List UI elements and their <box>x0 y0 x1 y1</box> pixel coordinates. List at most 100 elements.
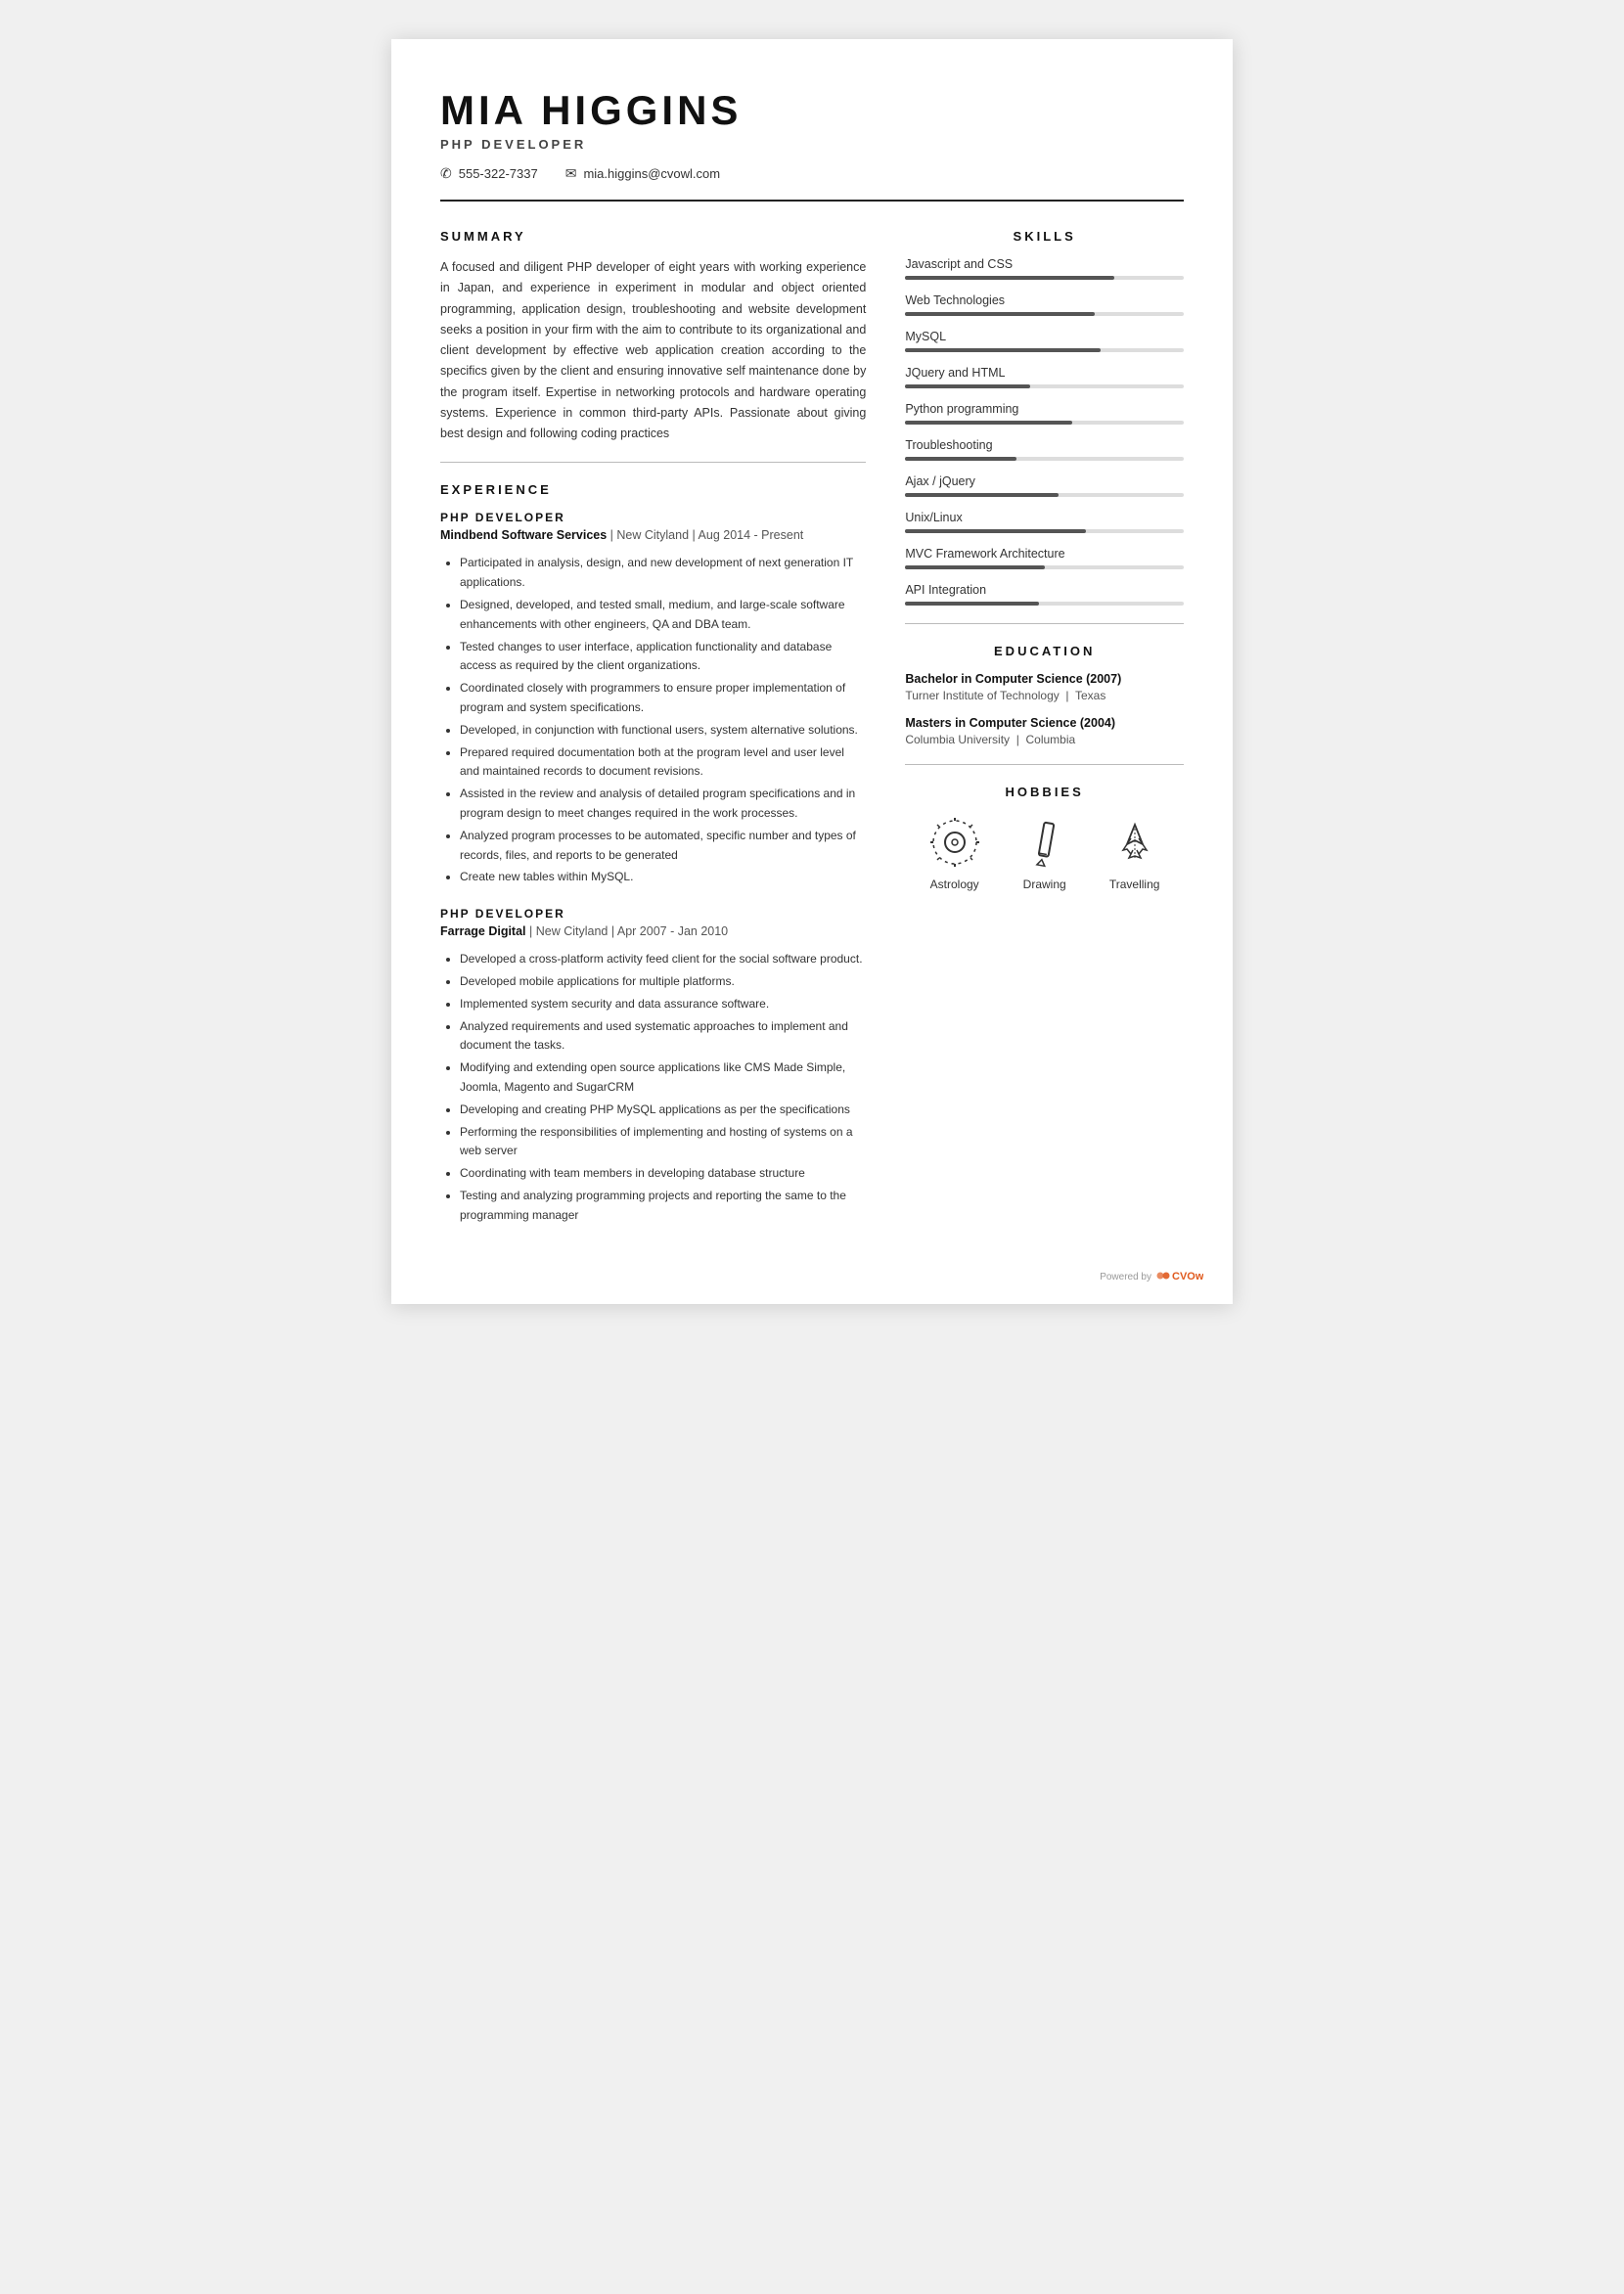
bullet-item: Coordinating with team members in develo… <box>460 1164 866 1184</box>
skill-item-5: Troubleshooting <box>905 438 1184 461</box>
hobbies-section: HOBBIES <box>905 785 1184 891</box>
skill-bar-bg-9 <box>905 602 1184 606</box>
left-column: SUMMARY A focused and diligent PHP devel… <box>440 229 866 1244</box>
job-block-0: PHP DEVELOPER Mindbend Software Services… <box>440 511 866 887</box>
skill-bar-fill-1 <box>905 312 1095 316</box>
skill-item-1: Web Technologies <box>905 293 1184 316</box>
hobbies-icons: Astrology Drawing <box>905 815 1184 891</box>
skill-bar-bg-0 <box>905 276 1184 280</box>
skill-bar-fill-4 <box>905 421 1072 425</box>
skill-item-8: MVC Framework Architecture <box>905 547 1184 569</box>
skill-bar-fill-8 <box>905 565 1044 569</box>
skills-section: SKILLS Javascript and CSS Web Technologi… <box>905 229 1184 606</box>
travelling-icon <box>1107 815 1162 870</box>
education-divider <box>905 764 1184 765</box>
skill-item-0: Javascript and CSS <box>905 257 1184 280</box>
skill-item-7: Unix/Linux <box>905 511 1184 533</box>
summary-divider <box>440 462 866 463</box>
brand-logo: CVOwl <box>1156 1268 1203 1286</box>
skill-bar-fill-7 <box>905 529 1086 533</box>
bullet-item: Implemented system security and data ass… <box>460 995 866 1014</box>
skill-bar-fill-6 <box>905 493 1059 497</box>
travelling-label: Travelling <box>1109 877 1160 891</box>
right-column: SKILLS Javascript and CSS Web Technologi… <box>905 229 1184 1244</box>
drawing-label: Drawing <box>1023 877 1066 891</box>
skill-bar-bg-5 <box>905 457 1184 461</box>
skill-bar-fill-2 <box>905 348 1100 352</box>
candidate-title: PHP DEVELOPER <box>440 137 1184 152</box>
edu-details-0: Turner Institute of Technology | Texas <box>905 689 1184 702</box>
job-bullets-0: Participated in analysis, design, and ne… <box>440 554 866 887</box>
skill-bar-bg-8 <box>905 565 1184 569</box>
bullet-item: Performing the responsibilities of imple… <box>460 1123 866 1162</box>
bullet-item: Analyzed requirements and used systemati… <box>460 1017 866 1057</box>
skill-bar-fill-3 <box>905 384 1030 388</box>
job-block-1: PHP DEVELOPER Farrage Digital | New City… <box>440 907 866 1225</box>
job-bullets-1: Developed a cross-platform activity feed… <box>440 950 866 1225</box>
edu-details-1: Columbia University | Columbia <box>905 733 1184 746</box>
astrology-label: Astrology <box>930 877 979 891</box>
skill-bar-bg-1 <box>905 312 1184 316</box>
skill-item-2: MySQL <box>905 330 1184 352</box>
bullet-item: Modifying and extending open source appl… <box>460 1058 866 1098</box>
skill-bar-fill-9 <box>905 602 1039 606</box>
bullet-item: Coordinated closely with programmers to … <box>460 679 866 718</box>
bullet-item: Developed a cross-platform activity feed… <box>460 950 866 969</box>
bullet-item: Developing and creating PHP MySQL applic… <box>460 1101 866 1120</box>
bullet-item: Assisted in the review and analysis of d… <box>460 785 866 824</box>
phone-icon: ✆ <box>440 165 452 182</box>
skill-item-3: JQuery and HTML <box>905 366 1184 388</box>
resume-page: MIA HIGGINS PHP DEVELOPER ✆ 555-322-7337… <box>391 39 1233 1304</box>
bullet-item: Testing and analyzing programming projec… <box>460 1187 866 1226</box>
skill-bar-bg-2 <box>905 348 1184 352</box>
powered-by-text: Powered by <box>1100 1272 1151 1282</box>
job-role-1: PHP DEVELOPER <box>440 907 866 921</box>
skill-name-6: Ajax / jQuery <box>905 474 1184 488</box>
bullet-item: Designed, developed, and tested small, m… <box>460 596 866 635</box>
svg-text:CVOwl: CVOwl <box>1172 1271 1203 1282</box>
bullet-item: Developed mobile applications for multip… <box>460 972 866 992</box>
skill-bar-fill-5 <box>905 457 1016 461</box>
skill-item-9: API Integration <box>905 583 1184 606</box>
job-role-0: PHP DEVELOPER <box>440 511 866 524</box>
hobby-travelling: Travelling <box>1107 815 1162 891</box>
edu-degree-0: Bachelor in Computer Science (2007) <box>905 672 1184 686</box>
skill-bar-bg-4 <box>905 421 1184 425</box>
skill-bar-bg-6 <box>905 493 1184 497</box>
skill-name-1: Web Technologies <box>905 293 1184 307</box>
edu-degree-1: Masters in Computer Science (2004) <box>905 716 1184 730</box>
skill-name-9: API Integration <box>905 583 1184 597</box>
edu-block-1: Masters in Computer Science (2004) Colum… <box>905 716 1184 746</box>
bullet-item: Tested changes to user interface, applic… <box>460 638 866 677</box>
hobbies-title: HOBBIES <box>905 785 1184 799</box>
edu-block-0: Bachelor in Computer Science (2007) Turn… <box>905 672 1184 702</box>
bullet-item: Analyzed program processes to be automat… <box>460 827 866 866</box>
skill-name-2: MySQL <box>905 330 1184 343</box>
main-layout: SUMMARY A focused and diligent PHP devel… <box>440 229 1184 1244</box>
skill-item-6: Ajax / jQuery <box>905 474 1184 497</box>
hobby-astrology: Astrology <box>927 815 982 891</box>
summary-text: A focused and diligent PHP developer of … <box>440 257 866 444</box>
skills-divider <box>905 623 1184 624</box>
header-divider <box>440 200 1184 202</box>
phone-contact: ✆ 555-322-7337 <box>440 165 538 182</box>
experience-title: EXPERIENCE <box>440 482 866 497</box>
skill-item-4: Python programming <box>905 402 1184 425</box>
drawing-icon <box>1017 815 1072 870</box>
bullet-item: Developed, in conjunction with functiona… <box>460 721 866 741</box>
job-company-1: Farrage Digital | New Cityland | Apr 200… <box>440 924 866 938</box>
header-section: MIA HIGGINS PHP DEVELOPER ✆ 555-322-7337… <box>440 88 1184 182</box>
skill-name-0: Javascript and CSS <box>905 257 1184 271</box>
summary-title: SUMMARY <box>440 229 866 244</box>
astrology-icon <box>927 815 982 870</box>
candidate-name: MIA HIGGINS <box>440 88 1184 133</box>
email-address: mia.higgins@cvowl.com <box>583 166 720 181</box>
education-section: EDUCATION Bachelor in Computer Science (… <box>905 644 1184 746</box>
skill-name-3: JQuery and HTML <box>905 366 1184 380</box>
contact-bar: ✆ 555-322-7337 ✉ mia.higgins@cvowl.com <box>440 165 1184 182</box>
bullet-item: Participated in analysis, design, and ne… <box>460 554 866 593</box>
skill-name-5: Troubleshooting <box>905 438 1184 452</box>
skill-name-7: Unix/Linux <box>905 511 1184 524</box>
footer-brand: Powered by CVOwl <box>1100 1268 1203 1286</box>
hobby-drawing: Drawing <box>1017 815 1072 891</box>
